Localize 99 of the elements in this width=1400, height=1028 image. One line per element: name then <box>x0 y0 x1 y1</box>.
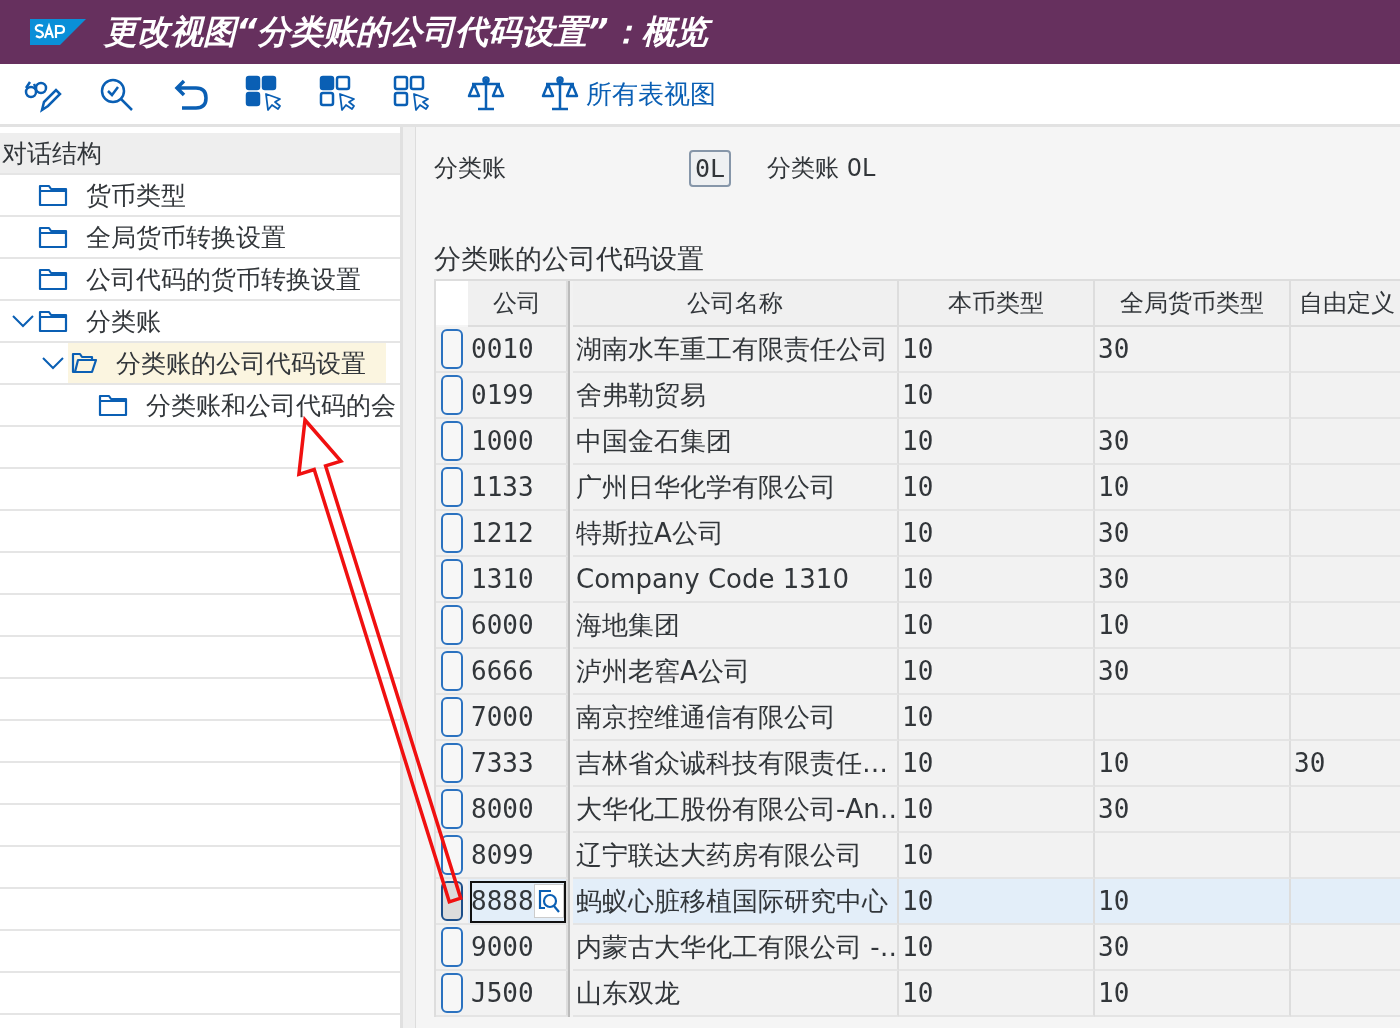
row-selector[interactable] <box>441 651 463 691</box>
folder-icon <box>98 393 128 417</box>
table-cell: 30 <box>1095 649 1291 695</box>
table-cell: 30 <box>1095 511 1291 557</box>
tree-item[interactable]: 公司代码的货币转换设置 <box>86 258 361 300</box>
tree-item[interactable]: 分类账和公司代码的会 <box>146 384 396 426</box>
row-selector[interactable] <box>441 329 463 369</box>
table-cell: 广州日华化学有限公司 <box>573 465 899 511</box>
table-cell: 7333 <box>468 741 568 787</box>
table-cell: 海地集团 <box>573 603 899 649</box>
column-header[interactable]: 本币类型 <box>899 281 1095 327</box>
folder-icon <box>38 183 68 207</box>
tree-item[interactable]: 货币类型 <box>86 174 186 216</box>
row-selector[interactable] <box>441 421 463 461</box>
value-help-button[interactable] <box>534 884 564 918</box>
field-description: 分类账 0L <box>767 153 876 184</box>
column-header[interactable]: 全局货币类型 <box>1095 281 1291 327</box>
row-selector[interactable] <box>441 467 463 507</box>
table-cell: 30 <box>1095 787 1291 833</box>
table-cell: 10 <box>899 971 1095 1017</box>
table-cell: 湖南水车重工有限责任公司 <box>573 327 899 373</box>
table-cell: 10 <box>1095 971 1291 1017</box>
table-cell: 30 <box>1095 557 1291 603</box>
folder-icon <box>38 267 68 291</box>
table-cell: 1212 <box>468 511 568 557</box>
deselect-all-icon[interactable] <box>392 74 432 114</box>
ledger-field[interactable]: 0L <box>689 149 732 187</box>
column-header[interactable]: 自由定义 <box>1291 281 1400 327</box>
table-cell: 南京控维通信有限公司 <box>573 695 899 741</box>
table-cell: 7000 <box>468 695 568 741</box>
table-cell: 1133 <box>468 465 568 511</box>
row-selector[interactable] <box>441 789 463 829</box>
row-selector[interactable] <box>441 743 463 783</box>
table-cell: 10 <box>899 557 1095 603</box>
chevron-down-icon[interactable] <box>41 356 65 370</box>
table-cell: 10 <box>899 419 1095 465</box>
table-cell: 辽宁联达大药房有限公司 <box>573 833 899 879</box>
select-block-icon[interactable] <box>318 74 358 114</box>
row-selector[interactable] <box>441 513 463 553</box>
all-table-views-button[interactable]: 所有表视图 <box>540 74 716 114</box>
table-cell: 30 <box>1095 327 1291 373</box>
table-cell: 大华化工股份有限公司-An… <box>573 787 899 833</box>
table-cell: 10 <box>1095 465 1291 511</box>
folder-icon <box>38 309 68 333</box>
table-cell: 10 <box>899 373 1095 419</box>
table-cell: 1000 <box>468 419 568 465</box>
table-cell: J500 <box>468 971 568 1017</box>
table-cell: 8099 <box>468 833 568 879</box>
table-cell: 10 <box>899 465 1095 511</box>
select-all-icon[interactable] <box>244 74 284 114</box>
table-cell: 9000 <box>468 925 568 971</box>
table-cell: 10 <box>899 511 1095 557</box>
sap-logo <box>30 19 86 45</box>
table-cell: 蚂蚁心脏移植国际研究中心 <box>573 879 899 925</box>
table-cell: 山东双龙 <box>573 971 899 1017</box>
table-cell: 6666 <box>468 649 568 695</box>
table-cell: 1310 <box>468 557 568 603</box>
table-cell: 10 <box>899 833 1095 879</box>
table-cell: 10 <box>1095 741 1291 787</box>
table-cell: 泸州老窖A公司 <box>573 649 899 695</box>
column-header[interactable]: 公司名称 <box>573 281 899 327</box>
table-cell: 舍弗勒贸易 <box>573 373 899 419</box>
field-label: 分类账 <box>434 153 507 184</box>
table-cell: 0199 <box>468 373 568 419</box>
row-selector[interactable] <box>441 697 463 737</box>
table-cell: 30 <box>1095 419 1291 465</box>
table-cell: 6000 <box>468 603 568 649</box>
table-cell: 30 <box>1095 925 1291 971</box>
table-cell: 10 <box>1095 603 1291 649</box>
table-cell: 10 <box>899 327 1095 373</box>
table-cell: 特斯拉A公司 <box>573 511 899 557</box>
table-cell: 10 <box>899 649 1095 695</box>
table-title: 分类账的公司代码设置 <box>434 242 705 276</box>
row-selector[interactable] <box>441 973 463 1013</box>
folder-icon <box>38 225 68 249</box>
table-cell: 吉林省众诚科技有限责任… <box>573 741 899 787</box>
table-cell: 10 <box>899 741 1095 787</box>
chevron-down-icon[interactable] <box>11 314 35 328</box>
tree-item[interactable]: 全局货币转换设置 <box>86 216 286 258</box>
table-cell: 8000 <box>468 787 568 833</box>
row-selector[interactable] <box>441 375 463 415</box>
row-selector[interactable] <box>441 559 463 599</box>
tree-item[interactable]: 分类账 <box>86 300 161 342</box>
row-selector[interactable] <box>441 927 463 967</box>
table-cell: 10 <box>899 787 1095 833</box>
table-cell: 10 <box>899 879 1095 925</box>
column-header[interactable]: 公司 <box>468 281 568 327</box>
table-cell: 0010 <box>468 327 568 373</box>
table-cell: 中国金石集团 <box>573 419 899 465</box>
table-cell: 10 <box>1095 879 1291 925</box>
panel-splitter[interactable] <box>403 127 416 1028</box>
window-title: 更改视图“分类账的公司代码设置”：概览 <box>104 10 716 54</box>
table-cell: 10 <box>899 695 1095 741</box>
table-cell: 10 <box>899 925 1095 971</box>
row-selector[interactable] <box>441 605 463 645</box>
table-cell: 10 <box>899 603 1095 649</box>
table-cell: 内蒙古大华化工有限公司 -… <box>573 925 899 971</box>
dialog-structure-header: 对话结构 <box>0 133 400 175</box>
table-cell: Company Code 1310 <box>573 557 899 603</box>
